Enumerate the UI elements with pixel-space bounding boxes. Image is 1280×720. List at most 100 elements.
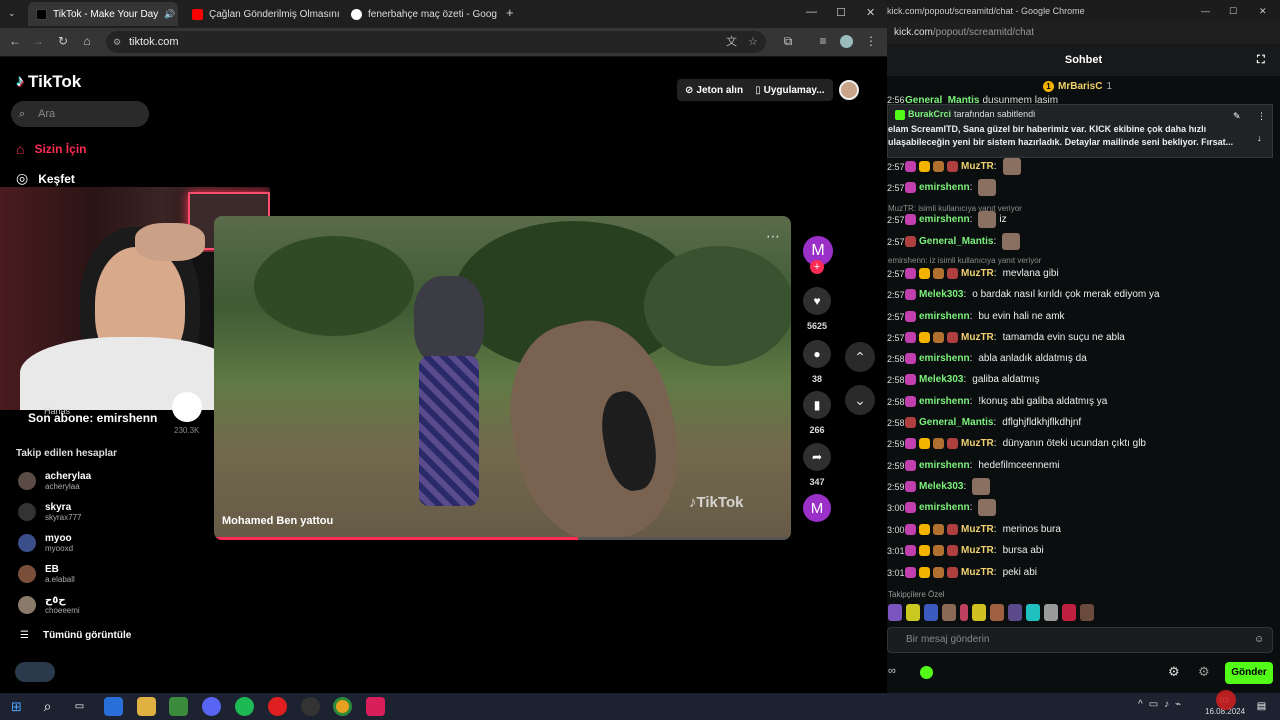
message-user[interactable]: MuzTR — [961, 268, 994, 279]
message-user[interactable]: emirshenn — [919, 214, 970, 225]
back-icon[interactable]: ← — [7, 34, 23, 48]
emote[interactable] — [942, 604, 956, 621]
kick-badge-icon[interactable] — [920, 666, 933, 679]
message-user[interactable]: emirshenn — [919, 311, 970, 322]
new-tab-button[interactable]: + — [506, 5, 514, 20]
message-user[interactable]: MuzTR — [961, 332, 994, 343]
media-icon[interactable]: ≡ — [815, 34, 831, 48]
nav-for-you[interactable]: ⌂ Sizin İçin — [16, 141, 86, 157]
more-icon[interactable]: ⋮ — [1257, 110, 1266, 123]
message-user[interactable]: emirshenn — [919, 353, 970, 364]
pin-icon[interactable]: ✎ — [1233, 110, 1241, 123]
forward-icon[interactable]: → — [30, 34, 46, 48]
site-info-icon[interactable]: ⚙ — [113, 31, 121, 53]
search-icon[interactable]: ⌕ — [38, 697, 57, 716]
tiktok-logo[interactable]: ♪ TikTok — [16, 72, 81, 92]
spotify-icon[interactable] — [235, 697, 254, 716]
notification-icon[interactable]: ▤ — [1252, 697, 1271, 716]
following-item[interactable]: myoo myooxd — [18, 533, 73, 553]
following-item[interactable]: acherylaa acherylaa — [18, 471, 91, 491]
user-avatar[interactable] — [839, 80, 859, 100]
tray-icons[interactable]: ^▭♪⌁ — [1138, 699, 1187, 710]
message-user[interactable]: MuzTR — [961, 524, 994, 535]
mail-icon[interactable] — [104, 697, 123, 716]
tab-google[interactable]: fenerbahçe maç özeti - Google ✕ — [343, 2, 497, 26]
message-user[interactable]: emirshenn — [919, 182, 970, 193]
coins-button[interactable]: ⊘ Jeton alın ▯ Uygulamay... — [677, 79, 833, 101]
minimize-icon[interactable]: — — [1201, 0, 1210, 22]
message-user[interactable]: emirshenn — [919, 396, 970, 407]
valorant-icon[interactable] — [366, 697, 385, 716]
comment-button[interactable]: ● — [803, 340, 831, 368]
start-icon[interactable]: ⊞ — [7, 697, 26, 716]
message-user[interactable]: Melek303 — [919, 481, 963, 492]
extensions-icon[interactable]: ⧉ — [780, 34, 796, 49]
more-icon[interactable]: ⋯ — [766, 228, 780, 245]
emote[interactable] — [906, 604, 920, 621]
music-avatar[interactable]: M — [803, 494, 831, 522]
expand-icon[interactable]: ↓ — [1257, 132, 1262, 145]
progress-track[interactable] — [214, 537, 791, 540]
mod-icon[interactable]: ⚙ — [1198, 664, 1210, 680]
folder-icon[interactable] — [137, 697, 156, 716]
message-user[interactable]: emirshenn — [919, 502, 970, 513]
profile-toggle[interactable] — [15, 662, 55, 682]
menu-icon[interactable]: ⋮ — [863, 34, 879, 48]
like-button[interactable]: ♥ — [803, 287, 831, 315]
message-user[interactable]: MuzTR — [961, 545, 994, 556]
emote[interactable] — [1026, 604, 1040, 621]
top-gifter-banner[interactable]: 1 MrBarisC 1 — [1043, 81, 1112, 92]
following-item[interactable]: ح٥ح choeeemi — [18, 595, 80, 615]
emote[interactable] — [888, 604, 902, 621]
emote[interactable] — [972, 604, 986, 621]
message-user[interactable]: MuzTR — [961, 161, 994, 172]
message-user[interactable]: emirshenn — [919, 460, 970, 471]
tab-youtube[interactable]: Çağlan Gönderilmiş Olmasını D ✕ — [184, 2, 340, 26]
infinity-icon[interactable]: ∞ — [888, 665, 896, 677]
bookmark-star-icon[interactable]: ☆ — [748, 31, 758, 53]
nav-explore[interactable]: ◎ Keşfet — [16, 170, 75, 187]
tab-tiktok[interactable]: TikTok - Make Your Day 🔊 ✕ — [28, 2, 178, 26]
message-user[interactable]: General_Mantis — [919, 236, 993, 247]
home-icon[interactable]: ⌂ — [79, 34, 95, 48]
save-button[interactable]: ▮ — [803, 391, 831, 419]
message-input[interactable]: Bir mesaj gönderin ☺ — [887, 627, 1273, 653]
calculator-icon[interactable] — [169, 697, 188, 716]
emote[interactable] — [1080, 604, 1094, 621]
search-input[interactable]: ⌕ Ara — [11, 101, 149, 127]
following-item[interactable]: EB a.elaball — [18, 564, 75, 584]
users-icon[interactable]: ⛶ — [1257, 44, 1265, 76]
speaker-icon[interactable]: 🔊 — [164, 9, 175, 20]
url-field[interactable]: ⚙ tiktok.com 文 ☆ — [106, 31, 766, 53]
tab-search-icon[interactable]: ⌄ — [8, 8, 16, 19]
obs-icon[interactable] — [301, 697, 320, 716]
emote[interactable] — [960, 604, 968, 621]
emoji-icon[interactable]: ☺ — [1254, 628, 1264, 652]
close-window-icon[interactable]: ✕ — [866, 6, 875, 19]
reload-icon[interactable]: ↻ — [55, 34, 71, 48]
share-button[interactable]: ➦ — [803, 443, 831, 471]
chrome-icon[interactable] — [333, 697, 352, 716]
next-video-button[interactable]: ⌄ — [845, 385, 875, 415]
emote[interactable] — [990, 604, 1004, 621]
maximize-icon[interactable]: ☐ — [836, 6, 846, 19]
minimize-icon[interactable]: — — [806, 6, 817, 18]
see-all-link[interactable]: ☰ Tümünü görüntüle — [20, 630, 131, 641]
following-item[interactable]: skyra skyrax777 — [18, 502, 81, 522]
message-user[interactable]: Melek303 — [919, 289, 963, 300]
translate-icon[interactable]: 文 — [726, 31, 737, 53]
message-user[interactable]: Melek303 — [919, 374, 963, 385]
video-author[interactable]: Mohamed Ben yattou — [222, 515, 333, 527]
profile-avatar[interactable] — [840, 35, 853, 48]
maximize-icon[interactable]: ☐ — [1229, 0, 1237, 22]
pinned-by[interactable]: BurakCrci — [908, 108, 951, 121]
follow-plus-icon[interactable]: + — [810, 260, 824, 274]
settings-gear-icon[interactable]: ⚙ — [1168, 664, 1180, 680]
url-field[interactable]: kick.com/popout/screamitd/chat — [887, 22, 1280, 44]
discord-icon[interactable] — [202, 697, 221, 716]
message-user[interactable]: MuzTR — [961, 567, 994, 578]
send-button[interactable]: Gönder — [1225, 662, 1273, 684]
message-user[interactable]: MuzTR — [961, 438, 994, 449]
video-player[interactable]: ♪TikTok ⋯ — [214, 216, 791, 540]
message-user[interactable]: General_Mantis — [919, 417, 993, 428]
